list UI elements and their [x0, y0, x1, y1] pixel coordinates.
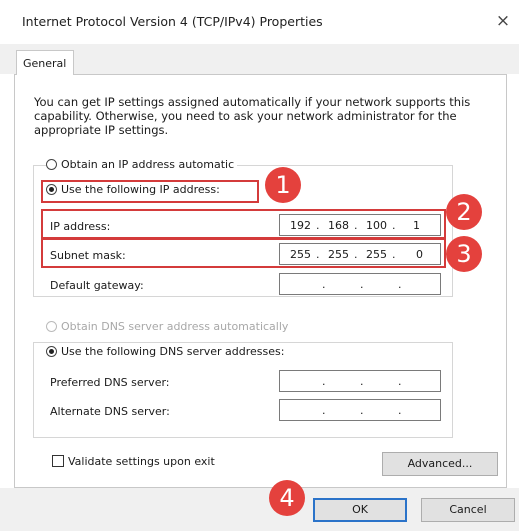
highlight-manual-ip [41, 180, 259, 203]
ok-button[interactable]: OK [313, 498, 407, 522]
default-gateway-field[interactable]: . . . [279, 273, 441, 295]
validate-label: Validate settings upon exit [68, 455, 215, 468]
dns-auto-label: Obtain DNS server address automatically [61, 320, 289, 333]
close-icon[interactable]: × [492, 10, 514, 32]
alternate-dns-label: Alternate DNS server: [50, 405, 170, 418]
annotation-badge-1: 1 [265, 167, 301, 203]
highlight-subnet-mask [41, 238, 446, 268]
tab-general[interactable]: General [16, 50, 74, 75]
tab-strip [0, 44, 519, 74]
preferred-dns-field[interactable]: . . . [279, 370, 441, 392]
annotation-badge-4: 4 [269, 480, 305, 516]
annotation-badge-2: 2 [446, 194, 482, 230]
validate-checkbox[interactable]: Validate settings upon exit [52, 455, 218, 471]
dns-auto-radio: Obtain DNS server address automatically [46, 320, 292, 336]
highlight-ip-address [41, 209, 446, 239]
annotation-badge-3: 3 [446, 236, 482, 272]
default-gateway-label: Default gateway: [50, 279, 144, 292]
dns-manual-label: Use the following DNS server addresses: [61, 345, 285, 358]
alternate-dns-field[interactable]: . . . [279, 399, 441, 421]
dialog-titlebar: Internet Protocol Version 4 (TCP/IPv4) P… [0, 0, 519, 44]
radio-checked-icon [46, 346, 57, 357]
ip-auto-radio[interactable]: Obtain an IP address automatic [46, 158, 238, 174]
checkbox-icon [52, 455, 64, 467]
cancel-button[interactable]: Cancel [421, 498, 515, 522]
dialog-title: Internet Protocol Version 4 (TCP/IPv4) P… [22, 14, 323, 29]
advanced-button[interactable]: Advanced... [382, 452, 498, 476]
dns-manual-radio[interactable]: Use the following DNS server addresses: [46, 345, 288, 361]
description-text: You can get IP settings assigned automat… [34, 95, 471, 137]
ip-auto-label: Obtain an IP address automatic [61, 158, 235, 171]
preferred-dns-label: Preferred DNS server: [50, 376, 170, 389]
radio-disabled-icon [46, 321, 57, 332]
radio-unchecked-icon [46, 159, 57, 170]
